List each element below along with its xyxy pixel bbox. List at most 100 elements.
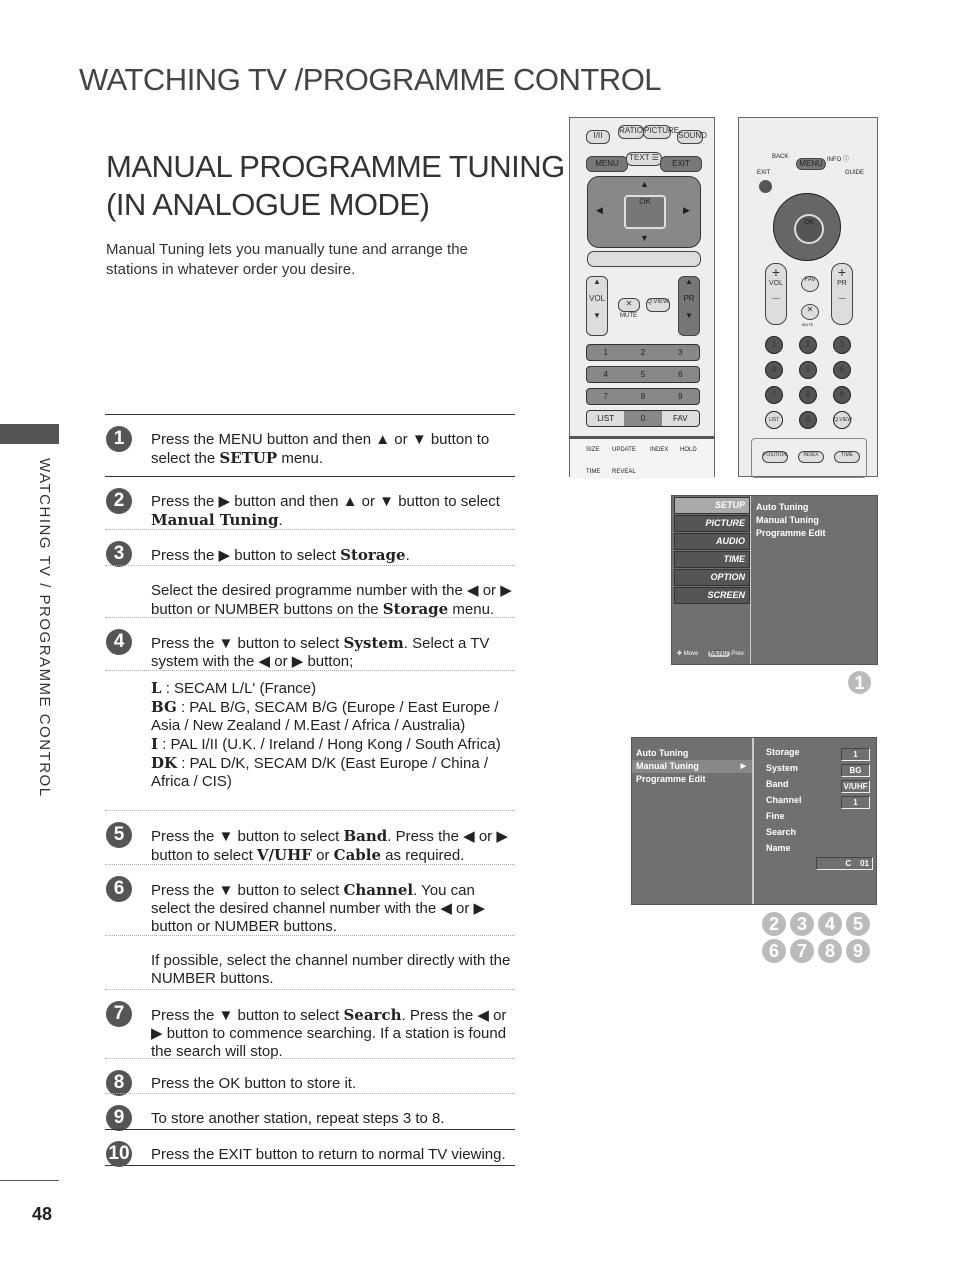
field-value[interactable]: 1 xyxy=(841,796,870,809)
number-row: 7 8 9 xyxy=(586,388,700,405)
menu-item[interactable]: Programme Edit xyxy=(632,773,752,786)
text-segment: . xyxy=(278,512,283,529)
move-icon: ✥ xyxy=(677,651,683,657)
step-badge: 5 xyxy=(846,912,870,936)
tuning-field-storage[interactable]: Storage 1 xyxy=(766,747,872,761)
text-segment: : PAL B/G, SECAM B/G (Europe / East Euro… xyxy=(151,699,499,734)
field-label: Channel xyxy=(766,795,802,805)
manual-tuning-screen: Auto Tuning Manual Tuning ▶ Programme Edit … xyxy=(631,737,877,905)
vol-label: VOL xyxy=(768,280,783,287)
menu-item[interactable]: Programme Edit xyxy=(756,527,826,540)
field-label: Fine xyxy=(766,811,785,821)
step-text: Press the ▶ button and then ▲ or ▼ butto… xyxy=(151,493,517,530)
teletext-panel: POSITION INDEX TIME xyxy=(751,438,867,478)
button-vol: ▲ VOL ▼ xyxy=(586,276,608,336)
button-ok: OK xyxy=(624,195,666,229)
step-text: Press the MENU button and then ▲ or ▼ bu… xyxy=(151,431,517,468)
step-number-badge: 3 xyxy=(106,541,132,567)
menu-item[interactable]: Auto Tuning xyxy=(632,747,752,760)
menu-tab-setup[interactable]: SETUP xyxy=(674,497,750,514)
field-value[interactable]: V/UHF xyxy=(841,780,870,793)
emphasized-term: L xyxy=(151,679,162,697)
menu-tab-audio[interactable]: AUDIO xyxy=(674,533,750,550)
label-reveal: REVEAL xyxy=(612,469,636,475)
field-label: Name xyxy=(766,843,791,853)
text-segment: : PAL D/K, SECAM D/K (East Europe / Chin… xyxy=(151,755,488,790)
pr-minus-icon: — xyxy=(838,295,846,302)
section-title-line2: (IN ANALOGUE MODE) xyxy=(106,187,430,222)
tuning-field-fine[interactable]: Fine xyxy=(766,811,872,825)
button-0: 0 xyxy=(624,411,662,426)
text-segment: EXIT xyxy=(218,1146,252,1163)
menu-tab-option[interactable]: OPTION xyxy=(674,569,750,586)
button-ok: OK xyxy=(794,214,824,244)
step-number-badge: 7 xyxy=(106,1001,132,1027)
step-text: Press the OK button to store it. xyxy=(151,1075,517,1093)
submenu-arrow-icon: ▶ xyxy=(740,763,746,770)
number-button: 7 xyxy=(603,392,608,401)
menu-tab-screen[interactable]: SCREEN xyxy=(674,587,750,604)
tuning-field-search[interactable]: Search xyxy=(766,827,872,841)
button-index: INDEX xyxy=(798,451,824,463)
step-number-badge: 6 xyxy=(106,876,132,902)
text-segment: Press the ▼ button to select xyxy=(151,828,344,845)
step-row: 5 Press the ▼ button to select Band. Pres… xyxy=(105,810,515,864)
pr-up-icon: ▲ xyxy=(685,277,693,286)
menu-item[interactable]: Manual Tuning xyxy=(756,514,826,527)
footer-rule xyxy=(0,1180,59,1181)
pr-label: PR xyxy=(683,294,695,303)
vol-down-icon: ▼ xyxy=(593,311,601,320)
button-sound: SOUND xyxy=(677,130,707,144)
step-text: Press the ▼ button to select Channel. Yo… xyxy=(151,881,517,936)
label-exit: EXIT xyxy=(757,170,771,176)
button-ratio: RATIO xyxy=(618,125,644,139)
step-badge: 4 xyxy=(818,912,842,936)
step-badge: 7 xyxy=(790,939,814,963)
step-row: 7 Press the ▼ button to select Search. Pr… xyxy=(105,989,515,1060)
footer-move: Move xyxy=(683,651,699,657)
step-row: L : SECAM L/L' (France) BG : PAL B/G, SE… xyxy=(105,670,515,810)
number-button: 4 xyxy=(603,370,608,379)
pr-down-icon: ▼ xyxy=(685,311,693,320)
label-update: UPDATE xyxy=(612,447,636,453)
steps-list: 1 Press the MENU button and then ▲ or ▼ b… xyxy=(105,414,517,1167)
manual-page: WATCHING TV /PROGRAMME CONTROL MANUAL PR… xyxy=(0,0,954,1272)
field-value[interactable]: C 01 xyxy=(816,857,873,870)
field-value[interactable]: BG xyxy=(841,764,870,777)
menu-divider xyxy=(752,738,754,904)
step-row: Select the desired programme number with… xyxy=(105,565,515,618)
step-row: 10 Press the EXIT button to return to nor… xyxy=(105,1129,515,1167)
number-row: 1 2 3 xyxy=(586,344,700,361)
tuning-field-band[interactable]: Band V/UHF xyxy=(766,779,872,793)
menu-item[interactable]: Auto Tuning xyxy=(756,501,826,514)
emphasized-term: Storage xyxy=(382,600,449,618)
menu-item[interactable]: Manual Tuning ▶ xyxy=(632,760,752,773)
field-label: Search xyxy=(766,827,797,837)
button-picture: PICTURE xyxy=(643,125,679,139)
emphasized-term: Band xyxy=(343,827,388,845)
button-menu: MENU xyxy=(796,158,826,170)
number-button: 6 xyxy=(678,370,683,379)
menu-tab-time[interactable]: TIME xyxy=(674,551,750,568)
pr-plus-icon: + xyxy=(837,264,847,280)
tuning-field-name[interactable]: Name C 01 xyxy=(766,843,873,870)
number-button-7: 7 xyxy=(765,386,783,404)
text-segment: Press the ▼ button to select xyxy=(151,1007,344,1024)
text-segment: : PAL I/II (U.K. / Ireland / Hong Kong /… xyxy=(162,736,501,753)
menu-tab-picture[interactable]: PICTURE xyxy=(674,515,750,532)
button-menu: MENU xyxy=(586,156,628,172)
text-segment: Press the ▶ button to select xyxy=(151,547,341,564)
emphasized-term: SETUP xyxy=(219,449,278,467)
field-value[interactable]: 1 xyxy=(841,748,870,761)
mute-label: MUTE xyxy=(620,313,637,319)
text-segment: or xyxy=(311,847,334,864)
label-back: BACK xyxy=(772,154,789,160)
button-vol: + VOL — xyxy=(765,263,787,325)
tuning-field-channel[interactable]: Channel 1 xyxy=(766,795,872,809)
teletext-panel: SIZE UPDATE INDEX HOLD TIME REVEAL xyxy=(570,436,714,479)
number-button-8: 8 xyxy=(799,386,817,404)
step-text: If possible, select the channel number d… xyxy=(151,952,517,988)
tuning-field-system[interactable]: System BG xyxy=(766,763,872,777)
emphasized-term: System xyxy=(343,634,404,652)
remote-control-1: I/II RATIO PICTURE SOUND MENU TEXT ☰ EXI… xyxy=(569,117,715,479)
